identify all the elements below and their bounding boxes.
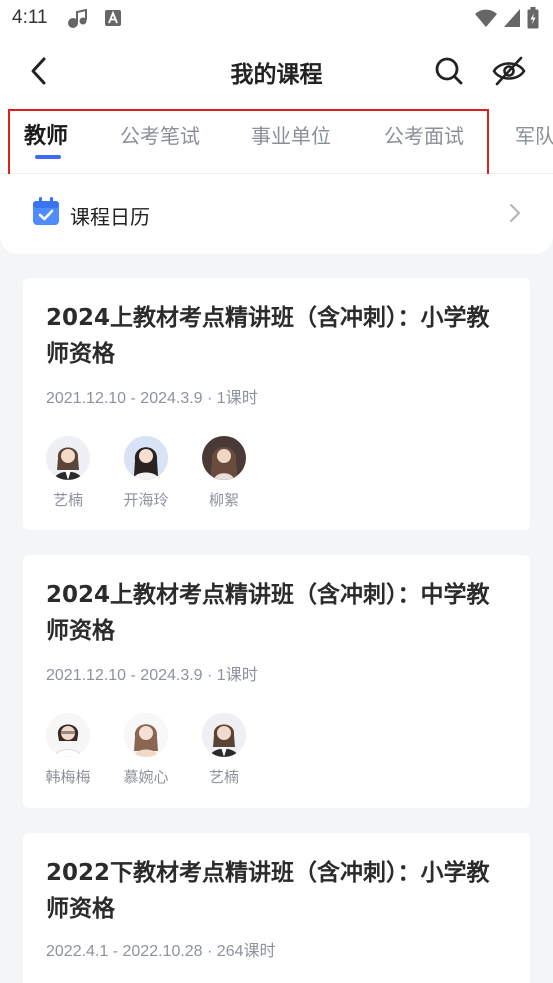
avatar (46, 436, 90, 480)
teacher-item[interactable]: 艺楠 (194, 713, 254, 787)
tab-civil-exam-written[interactable]: 公考笔试 (120, 120, 200, 149)
search-icon (435, 57, 463, 85)
search-button[interactable] (432, 54, 466, 88)
teacher-name: 韩梅梅 (45, 768, 91, 786)
teacher-name: 慕婉心 (123, 768, 169, 786)
tab-civil-exam-interview[interactable]: 公考面试 (384, 120, 464, 149)
teacher-item[interactable]: 韩梅梅 (38, 713, 98, 787)
course-title: 2024上教材考点精讲班（含冲刺）：中学教师资格 (46, 582, 490, 644)
course-meta: 2021.12.10 - 2024.3.9 · 1课时 (46, 390, 258, 407)
status-bar: 4:11 (0, 0, 553, 36)
teacher-name: 艺楠 (52, 491, 83, 509)
wifi-icon (475, 9, 497, 27)
calendar-check-icon (33, 197, 59, 225)
active-tab-indicator (35, 155, 61, 159)
signal-icon (504, 9, 520, 27)
avatar (202, 713, 246, 757)
status-time: 4:11 (12, 7, 48, 28)
teacher-item[interactable]: 慕婉心 (116, 713, 176, 787)
avatar (46, 713, 90, 757)
teacher-item[interactable]: 艺楠 (38, 436, 98, 510)
teacher-name: 开海玲 (123, 491, 169, 509)
avatar (124, 713, 168, 757)
header: 我的课程 (0, 36, 553, 106)
teacher-item[interactable]: 柳絮 (194, 436, 254, 510)
course-calendar-row[interactable]: 课程日历 (0, 174, 553, 254)
course-title: 2024上教材考点精讲班（含冲刺）：小学教师资格 (46, 305, 490, 367)
teacher-name: 艺楠 (208, 768, 239, 786)
eye-toggle-button[interactable] (490, 54, 528, 88)
page-title: 我的课程 (230, 62, 323, 88)
battery-icon (527, 7, 539, 29)
chevron-right-icon (510, 204, 520, 222)
status-right (475, 7, 539, 29)
tab-public-institution[interactable]: 事业单位 (251, 120, 331, 149)
eye-off-icon (492, 56, 526, 86)
teacher-name: 柳絮 (208, 491, 239, 509)
course-card[interactable]: 2022下教材考点精讲班（含冲刺）：小学教师资格 2022.4.1 - 2022… (23, 833, 530, 983)
tab-teacher[interactable]: 教师 (24, 118, 68, 150)
calendar-label: 课程日历 (70, 205, 150, 229)
a-box-icon (105, 10, 121, 26)
course-card[interactable]: 2024上教材考点精讲班（含冲刺）：中学教师资格 2021.12.10 - 20… (23, 555, 530, 808)
category-tabs: 教师 公考笔试 事业单位 公考面试 军队 (0, 106, 553, 174)
course-card[interactable]: 2024上教材考点精讲班（含冲刺）：小学教师资格 2021.12.10 - 20… (23, 278, 530, 530)
course-title: 2022下教材考点精讲班（含冲刺）：小学教师资格 (46, 860, 490, 922)
tab-military[interactable]: 军队 (515, 120, 553, 149)
course-meta: 2021.12.10 - 2024.3.9 · 1课时 (46, 667, 258, 684)
course-meta: 2022.4.1 - 2022.10.28 · 264课时 (46, 943, 276, 960)
avatar (202, 436, 246, 480)
avatar (124, 436, 168, 480)
teacher-item[interactable]: 开海玲 (116, 436, 176, 510)
music-note-icon (68, 9, 87, 28)
